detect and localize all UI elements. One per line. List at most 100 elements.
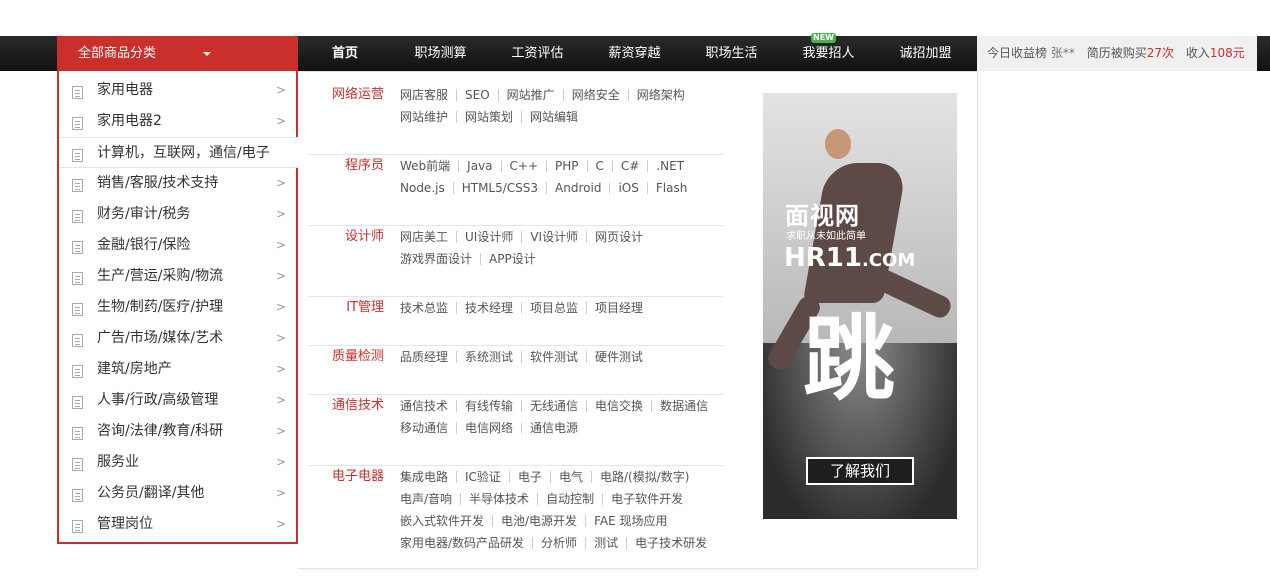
- sidebar-item[interactable]: 生产/营运/采购/物流 >: [59, 261, 296, 292]
- job-link[interactable]: Node.js: [394, 182, 453, 194]
- job-link[interactable]: 半导体技术: [460, 493, 537, 505]
- job-link[interactable]: 网页设计: [586, 231, 651, 243]
- job-link[interactable]: Flash: [646, 182, 695, 194]
- sidebar-item[interactable]: 财务/审计/税务 >: [59, 199, 296, 230]
- nav-career-life-label: 职场生活: [705, 46, 758, 61]
- job-link[interactable]: APP设计: [480, 253, 544, 265]
- job-link[interactable]: C: [586, 160, 612, 172]
- job-link[interactable]: 技术总监: [394, 302, 456, 314]
- all-categories-button[interactable]: 全部商品分类: [57, 36, 298, 71]
- job-link[interactable]: 网店客服: [394, 89, 456, 101]
- job-link[interactable]: 技术经理: [456, 302, 521, 314]
- job-link[interactable]: 项目经理: [586, 302, 651, 314]
- job-link[interactable]: 游戏界面设计: [394, 253, 480, 265]
- job-link[interactable]: Android: [546, 182, 609, 194]
- job-link[interactable]: 软件测试: [521, 351, 586, 363]
- chevron-right-icon: >: [275, 176, 286, 190]
- job-link[interactable]: 网站推广: [497, 89, 563, 101]
- job-link[interactable]: 自动控制: [537, 493, 602, 505]
- job-link[interactable]: 无线通信: [521, 400, 586, 412]
- sidebar-item[interactable]: 公务员/翻译/其他 >: [59, 478, 296, 509]
- nav-hire[interactable]: NEW 我要招人: [780, 33, 877, 71]
- sidebar-item[interactable]: 建筑/房地产 >: [59, 354, 296, 385]
- job-link[interactable]: 家用电器/数码产品研发: [394, 537, 532, 549]
- job-link[interactable]: UI设计师: [456, 231, 521, 243]
- job-link[interactable]: 电声/音响: [394, 493, 460, 505]
- job-link[interactable]: 电信交换: [586, 400, 651, 412]
- job-link[interactable]: 集成电路: [394, 471, 456, 483]
- job-link[interactable]: PHP: [546, 160, 587, 172]
- main-nav: 首页 职场测算 工资评估 薪资穿越 职场生活 NEW 我要招人 诚招加盟: [298, 33, 974, 71]
- job-link[interactable]: 电路/(模拟/数字): [590, 471, 697, 483]
- job-link[interactable]: 硬件测试: [586, 351, 651, 363]
- job-link[interactable]: .NET: [647, 160, 692, 172]
- job-link[interactable]: 项目总监: [521, 302, 586, 314]
- nav-career-calc[interactable]: 职场测算: [392, 36, 489, 71]
- job-group-title[interactable]: 程序员: [308, 155, 384, 177]
- sidebar-item[interactable]: 人事/行政/高级管理 >: [59, 385, 296, 416]
- job-link[interactable]: 网站编辑: [521, 111, 586, 123]
- job-link[interactable]: 网络安全: [562, 89, 628, 101]
- job-link[interactable]: iOS: [609, 182, 646, 194]
- job-link[interactable]: 品质经理: [394, 351, 456, 363]
- job-group-title[interactable]: 网络运营: [308, 84, 384, 106]
- job-group-title[interactable]: 通信技术: [308, 395, 384, 417]
- document-icon: [72, 117, 83, 130]
- job-group-title[interactable]: 设计师: [308, 226, 384, 248]
- nav-home[interactable]: 首页: [298, 36, 392, 71]
- sidebar-item[interactable]: 广告/市场/媒体/艺术 >: [59, 323, 296, 354]
- nav-salary-travel[interactable]: 薪资穿越: [586, 36, 683, 71]
- job-link[interactable]: 电子: [508, 471, 550, 483]
- job-link[interactable]: 网店美工: [394, 231, 456, 243]
- job-link[interactable]: C#: [611, 160, 647, 172]
- job-link[interactable]: 电信网络: [456, 422, 521, 434]
- job-link[interactable]: 系统测试: [456, 351, 521, 363]
- sidebar-item-active[interactable]: 计算机，互联网，通信/电子: [59, 137, 300, 168]
- chevron-right-icon: >: [275, 207, 286, 221]
- job-group-title[interactable]: IT管理: [308, 297, 384, 319]
- job-link[interactable]: 嵌入式软件开发: [394, 515, 492, 527]
- chevron-right-icon: >: [275, 83, 286, 97]
- sidebar-item[interactable]: 生物/制药/医疗/护理 >: [59, 292, 296, 323]
- about-us-button[interactable]: 了解我们: [806, 457, 914, 485]
- job-group-title[interactable]: 质量检测: [308, 346, 384, 368]
- sidebar-item[interactable]: 家用电器2 >: [59, 106, 296, 137]
- nav-salary-eval[interactable]: 工资评估: [489, 36, 586, 71]
- nav-career-life[interactable]: 职场生活: [683, 36, 780, 71]
- job-link[interactable]: 电子软件开发: [602, 493, 691, 505]
- job-link[interactable]: Java: [458, 160, 500, 172]
- sidebar-item[interactable]: 咨询/法律/教育/科研 >: [59, 416, 296, 447]
- job-link[interactable]: IC验证: [456, 471, 509, 483]
- sidebar-item[interactable]: 管理岗位 >: [59, 509, 296, 540]
- job-link[interactable]: 移动通信: [394, 422, 456, 434]
- job-link[interactable]: 网络架构: [627, 89, 693, 101]
- job-link[interactable]: Web前端: [394, 160, 458, 172]
- job-link[interactable]: 通信电源: [521, 422, 586, 434]
- job-link[interactable]: 网站策划: [456, 111, 521, 123]
- job-link[interactable]: VI设计师: [521, 231, 586, 243]
- sidebar-item[interactable]: 家用电器 >: [59, 75, 296, 106]
- job-link[interactable]: 分析师: [532, 537, 585, 549]
- sidebar-item[interactable]: 服务业 >: [59, 447, 296, 478]
- job-link[interactable]: 电池/电源开发: [492, 515, 585, 527]
- job-link[interactable]: SEO: [456, 89, 498, 101]
- job-link[interactable]: 数据通信: [651, 400, 716, 412]
- nav-franchise[interactable]: 诚招加盟: [877, 36, 974, 71]
- job-link[interactable]: 电气: [549, 471, 591, 483]
- job-group-title[interactable]: 电子电器: [308, 466, 384, 488]
- sidebar-item[interactable]: 销售/客服/技术支持 >: [59, 168, 296, 199]
- job-link[interactable]: 通信技术: [394, 400, 456, 412]
- job-group: 通信技术 通信技术 有线传输 无线通信 电信交换 数据通信 移动通信 电信网络 通信电源: [308, 395, 723, 466]
- job-link[interactable]: 测试: [585, 537, 626, 549]
- job-link[interactable]: 电子技术研发: [626, 537, 715, 549]
- sidebar-item[interactable]: 金融/银行/保险 >: [59, 230, 296, 261]
- job-link[interactable]: C++: [500, 160, 547, 172]
- chevron-right-icon: >: [275, 393, 286, 407]
- promo-banner[interactable]: 面视网 求职从未如此简单 HR11.COM 跳 了解我们: [763, 93, 957, 519]
- job-link[interactable]: 有线传输: [456, 400, 521, 412]
- job-link[interactable]: FAE 现场应用: [585, 515, 675, 527]
- job-link[interactable]: 网站维护: [394, 111, 456, 123]
- caret-down-icon: [203, 52, 211, 56]
- chevron-right-icon: >: [275, 486, 286, 500]
- job-link[interactable]: HTML5/CSS3: [452, 182, 546, 194]
